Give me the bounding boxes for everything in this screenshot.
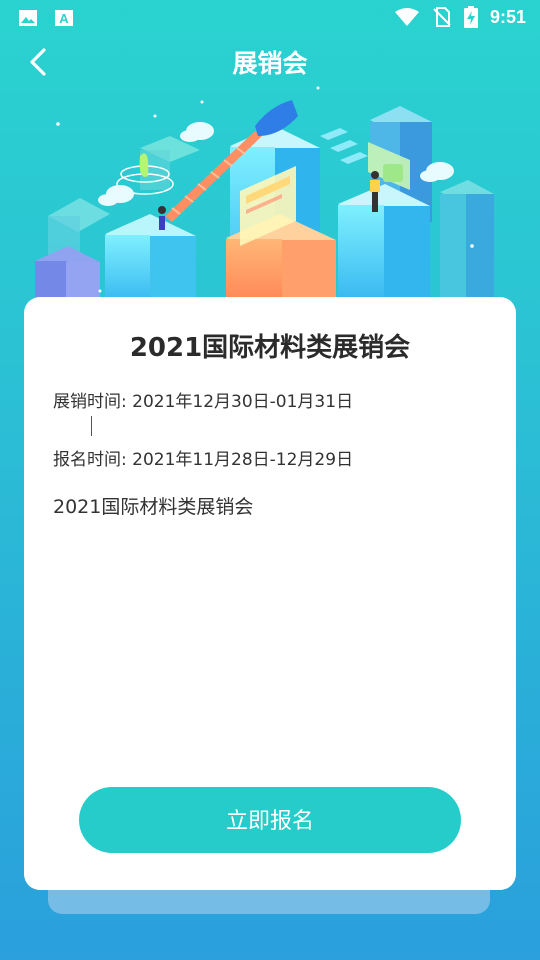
battery-charging-icon (463, 6, 478, 28)
register-now-button[interactable]: 立即报名 (79, 787, 461, 853)
clock-time: 9:51 (489, 6, 526, 27)
register-time-value: 2021年11月28日-12月29日 (132, 450, 354, 470)
register-time-label: 报名时间: (53, 450, 127, 470)
image-notification-icon (19, 10, 37, 26)
text-notification-icon: A (55, 10, 73, 26)
svg-text:A: A (59, 11, 69, 26)
register-time-row: 报名时间: 2021年11月28日-12月29日 (53, 445, 353, 470)
exhibit-time-row: 展销时间: 2021年12月30日-01月31日 (53, 387, 353, 412)
text-cursor (91, 416, 92, 436)
exhibition-illustration (35, 86, 494, 306)
event-detail-card: 2021国际材料类展销会 展销时间: 2021年12月30日-01月31日 报名… (24, 297, 516, 890)
exhibit-time-label: 展销时间: (53, 392, 127, 412)
app-header: 展销会 (0, 38, 540, 86)
event-description: 2021国际材料类展销会 (53, 496, 254, 518)
status-bar: A 9:51 (0, 0, 540, 38)
exhibit-time-value: 2021年12月30日-01月31日 (132, 392, 354, 412)
event-title: 2021国际材料类展销会 (129, 333, 411, 363)
no-sim-icon (433, 7, 451, 27)
page-title: 展销会 (232, 49, 308, 78)
wifi-icon (394, 8, 419, 26)
